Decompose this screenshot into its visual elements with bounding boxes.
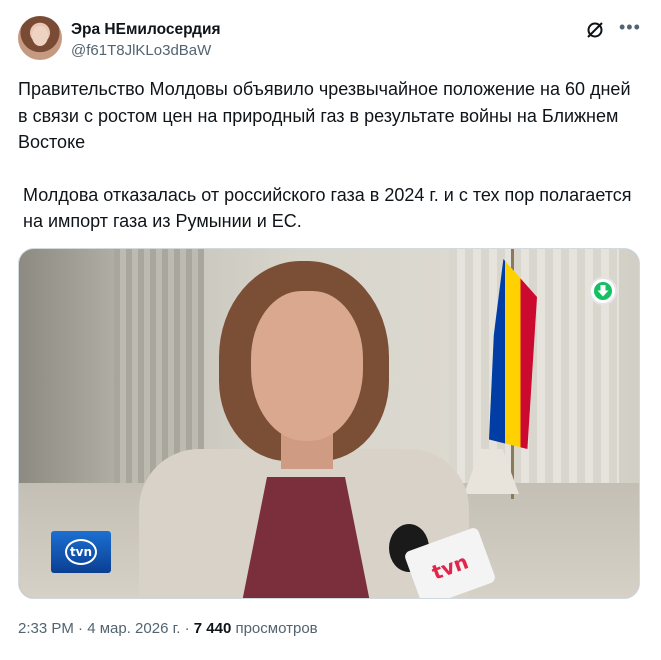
meta-separator-2: · [184, 620, 190, 637]
views-label: просмотров [235, 620, 318, 637]
channel-logo-text: tvn [64, 539, 98, 565]
mic-logo-text: tvn [428, 549, 472, 585]
video-thumbnail[interactable]: tvn tvn [18, 248, 640, 599]
meta-separator: · [78, 620, 84, 637]
person-face [251, 291, 363, 441]
more-icon[interactable]: ••• [619, 18, 640, 40]
tweet-date[interactable]: 4 мар. 2026 г. [87, 620, 180, 637]
grok-icon[interactable] [585, 20, 605, 40]
tweet-time[interactable]: 2:33 PM [18, 620, 74, 637]
avatar[interactable] [18, 16, 62, 60]
microphone: tvn [389, 524, 499, 598]
download-arrow-icon[interactable] [589, 277, 617, 305]
tweet-header: Эра НЕмилосердия @f61T8JlKLo3dBaW ••• [18, 14, 643, 64]
tweet-paragraph-1: Правительство Молдовы объявило чрезвычай… [18, 79, 631, 152]
author-handle[interactable]: @f61T8JlKLo3dBaW [71, 42, 211, 59]
tweet-meta: 2:33 PM · 4 мар. 2026 г. · 7 440 просмот… [18, 620, 318, 637]
tweet-paragraph-2: Молдова отказалась от российского газа в… [23, 184, 632, 232]
channel-logo: tvn [51, 531, 111, 573]
views-count: 7 440 [193, 620, 232, 637]
tweet-text: Правительство Молдовы объявило чрезвычай… [18, 76, 638, 235]
author-name[interactable]: Эра НЕмилосердия [71, 21, 221, 39]
